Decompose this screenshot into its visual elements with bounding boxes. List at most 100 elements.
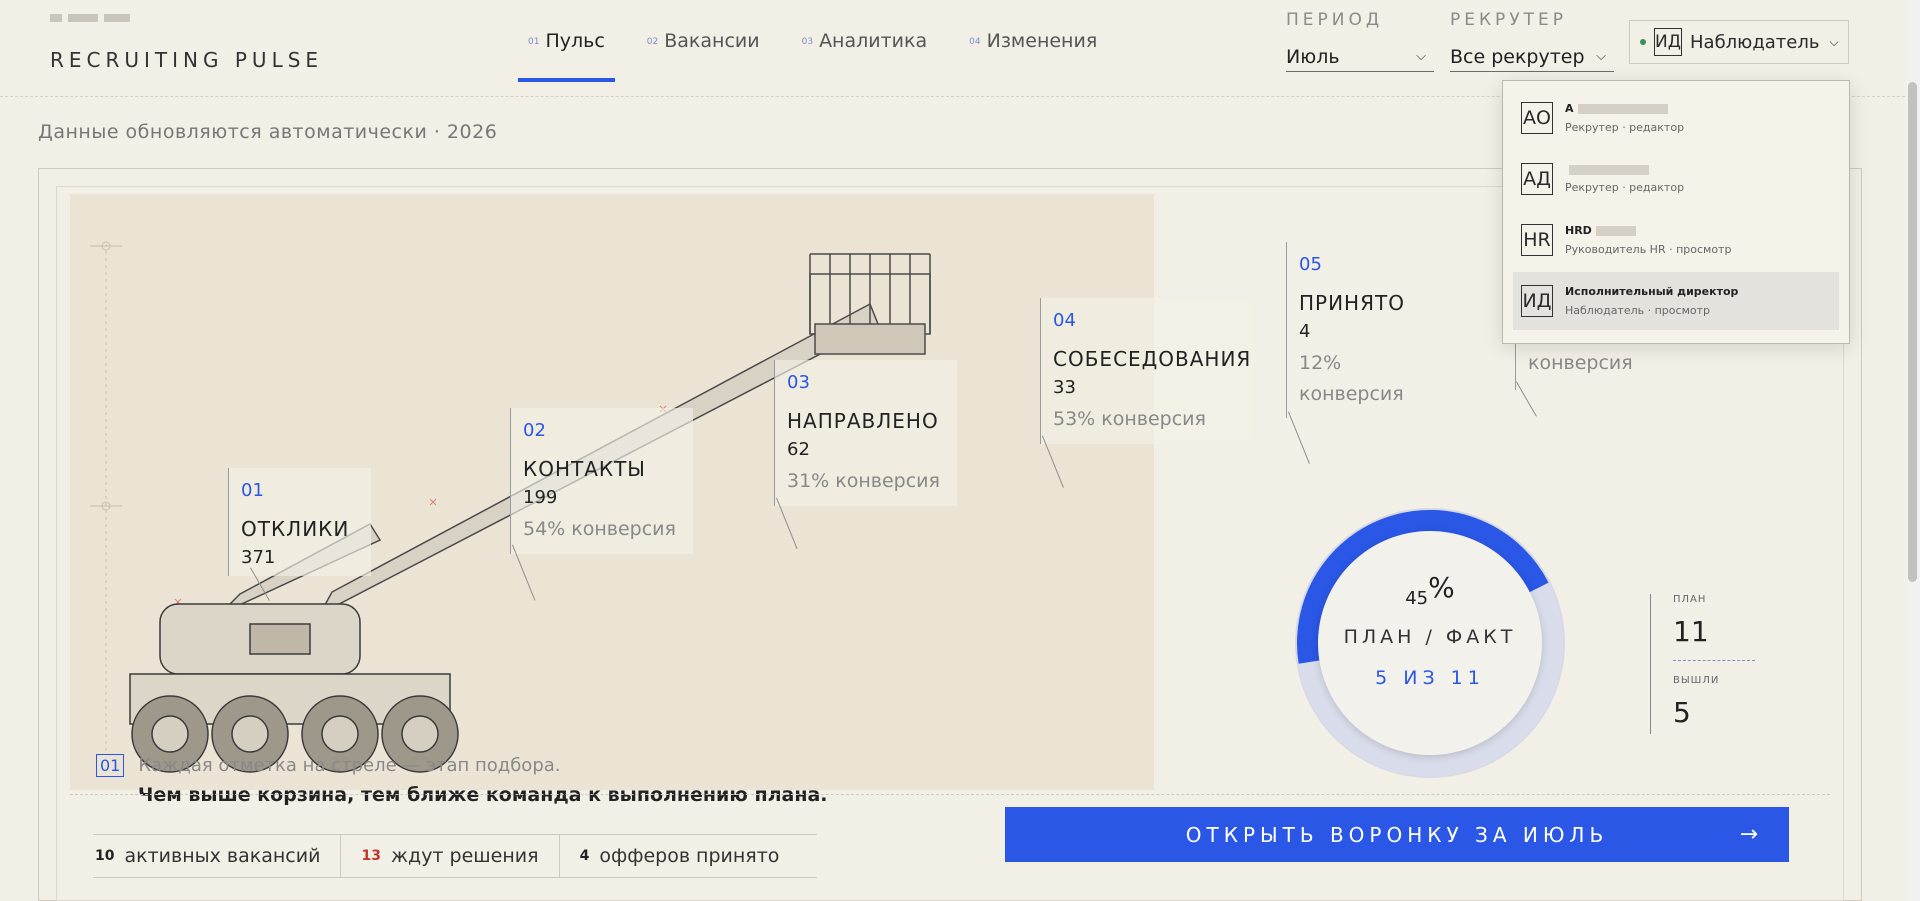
recruiter-filter: РЕКРУТЕР Все рекрутер ⌵ [1450,10,1614,72]
period-label: ПЕРИОД [1286,10,1384,30]
period-value: Июль [1286,45,1340,68]
user-name: А [1565,102,1574,115]
dropdown-item-selected[interactable]: ИД Исполнительный директор Наблюдатель ·… [1513,272,1839,330]
stat-value: 10 [95,848,115,864]
plan-label: ПЛАН [1673,594,1707,605]
avatar: HR [1521,224,1553,256]
dropdown-item[interactable]: АО А Рекрутер · редактор [1513,89,1839,147]
tab-pulse[interactable]: 01 Пульс [518,30,615,82]
caption-text: Каждая отметка на стреле — этап подбора. [138,755,561,776]
gauge-center: 45% ПЛАН / ФАКТ 5 ИЗ 11 [1318,531,1542,755]
dropdown-item-name: HRD [1565,224,1731,237]
dropdown-item[interactable]: HR HRD Руководитель HR · просмотр [1513,211,1839,269]
open-funnel-button[interactable]: ОТКРЫТЬ ВОРОНКУ ЗА ИЮЛЬ → [1005,807,1789,862]
stat-awaiting-decision[interactable]: 13 ждут решения [359,835,560,877]
stage-value: 371 [241,547,276,568]
illustration-caption: 01 Каждая отметка на стреле — этап подбо… [96,754,561,777]
stage-number: 03 [787,372,810,393]
stat-label: активных вакансий [124,845,321,867]
gauge-fact: 5 ИЗ 11 [1375,667,1485,689]
gauge-percent-value: 45 [1405,588,1429,609]
divider [70,794,1830,795]
funnel-stage-interviews[interactable]: 04 СОБЕСЕДОВАНИЯ 33 53% конверсия [1040,298,1253,444]
scrollbar-thumb[interactable] [1908,82,1917,582]
user-name: HRD [1565,224,1592,237]
tab-number: 03 [801,36,814,47]
funnel-stage-hired[interactable]: 05 ПРИНЯТО 4 12% конверсия [1286,242,1449,418]
page-subtitle: Данные обновляются автоматически · 2026 [38,121,498,143]
stage-number: 02 [523,420,546,441]
chevron-down-icon: ⌵ [1416,49,1426,64]
dropdown-item-name [1565,164,1684,175]
stage-conversion: 53% конверсия [1053,408,1206,430]
recruiter-value: Все рекрутер [1450,45,1585,68]
avatar: ИД [1654,28,1682,56]
conversion-percent: 12% [1299,352,1342,374]
stage-number: 04 [1053,310,1076,331]
dropdown-item-role: Руководитель HR · просмотр [1565,243,1732,256]
caption-emphasis: Чем выше корзина, тем ближе команда к вы… [138,784,828,806]
plan-summary: ПЛАН 11 ВЫШЛИ 5 [1650,594,1777,734]
dropdown-item-role: Рекрутер · редактор [1565,180,1685,194]
funnel-stage-contacts[interactable]: 02 КОНТАКТЫ 199 54% конверсия [510,408,693,554]
role-dropdown: АО А Рекрутер · редактор АД Рекрутер · р… [1502,80,1850,344]
redacted-text [1569,164,1649,175]
stage-value: 199 [523,487,558,508]
tab-analytics[interactable]: 03 Аналитика [802,30,928,82]
conversion-word: конверсия [1299,383,1404,405]
dropdown-item-name: А [1565,102,1684,115]
logo-mark [50,14,130,22]
period-filter: ПЕРИОД Июль ⌵ [1286,10,1434,72]
stage-value: 33 [1053,377,1076,398]
gauge-label: ПЛАН / ФАКТ [1343,626,1517,648]
recruiter-select[interactable]: Все рекрутер ⌵ [1450,42,1614,72]
stage-value: 4 [1299,321,1311,342]
funnel-stage-responses[interactable]: 01 ОТКЛИКИ 371 [228,468,371,576]
dropdown-item[interactable]: АД Рекрутер · редактор [1513,150,1839,208]
tab-label: Изменения [986,30,1098,52]
avatar: ИД [1521,285,1553,317]
recruiter-label: РЕКРУТЕР [1450,10,1568,30]
funnel-stage-06[interactable]: конверсия [1515,344,1648,390]
stage-label: ПРИНЯТО [1299,291,1405,315]
stage-conversion: 31% конверсия [787,470,940,492]
tab-label: Вакансии [664,30,760,52]
stage-label: ОТКЛИКИ [241,517,350,541]
divider [1673,660,1755,661]
stage-conversion: 12% конверсия [1299,348,1449,410]
tab-number: 01 [528,36,540,47]
stage-value: 62 [787,439,810,460]
dropdown-item-role: Рекрутер · редактор [1565,121,1685,134]
stat-offers-accepted[interactable]: 4 офферов принято [578,835,800,877]
tab-label: Аналитика [819,30,928,52]
avatar: АД [1521,163,1553,195]
stat-value: 13 [361,848,381,864]
done-label: ВЫШЛИ [1673,675,1720,686]
tab-number: 04 [969,36,981,47]
dropdown-item-name: Исполнительный директор [1565,285,1739,298]
stage-label: СОБЕСЕДОВАНИЯ [1053,347,1252,371]
dropdown-item-role: Наблюдатель · просмотр [1565,304,1710,317]
tab-number: 02 [646,36,659,47]
plan-value: 11 [1673,615,1709,648]
period-select[interactable]: Июль ⌵ [1286,42,1434,72]
chevron-down-icon: ⌵ [1829,34,1839,49]
status-dot [1640,39,1646,45]
redacted-text [1595,225,1636,236]
stage-label: НАПРАВЛЕНО [787,409,939,433]
chevron-down-icon: ⌵ [1596,49,1606,64]
tab-vacancies[interactable]: 02 Вакансии [647,30,760,82]
tab-changes[interactable]: 04 Изменения [969,30,1097,82]
stat-label: ждут решения [390,845,539,867]
role-switcher-button[interactable]: ИД Наблюдатель ⌵ [1629,20,1849,64]
stage-label: КОНТАКТЫ [523,457,646,481]
stat-value: 4 [579,848,590,864]
stats-strip: 10 активных вакансий 13 ждут решения 4 о… [93,834,818,878]
app-logo[interactable]: RECRUITING PULSE [50,48,323,72]
gauge-percent: 45% [1318,571,1542,609]
main-nav: 01 Пульс 02 Вакансии 03 Аналитика 04 Изменен… [518,30,1097,82]
stat-active-vacancies[interactable]: 10 активных вакансий [93,835,342,877]
funnel-stage-sent[interactable]: 03 НАПРАВЛЕНО 62 31% конверсия [774,360,957,506]
redacted-text [1577,103,1668,114]
stage-number: 01 [241,480,264,501]
